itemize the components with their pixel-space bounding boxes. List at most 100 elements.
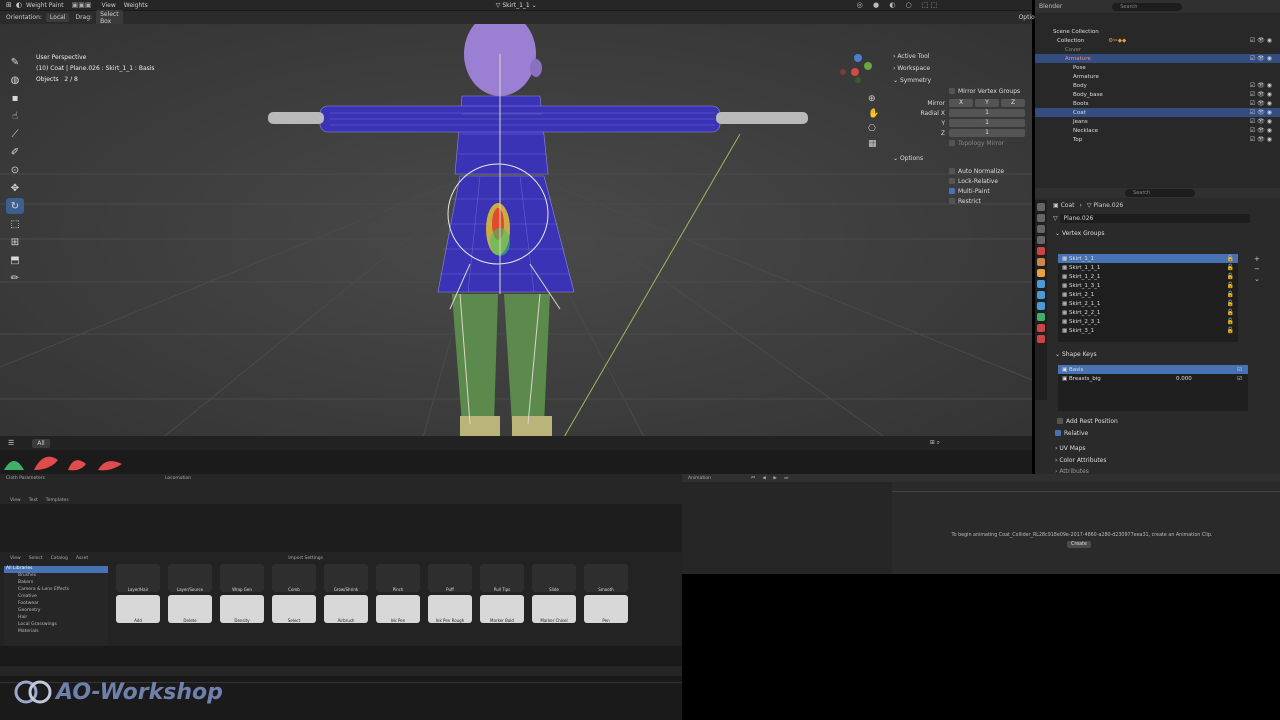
outliner-item-boots[interactable]: Boots ☑👁◉ (1035, 99, 1280, 108)
lock-icon[interactable]: 🔓 (1227, 300, 1234, 307)
cursor-tool-icon[interactable]: ⊙ (6, 162, 24, 178)
outliner-item-armature-data[interactable]: Armature (1035, 72, 1280, 81)
color-attributes-header[interactable]: › Color Attributes (1055, 455, 1107, 465)
mesh-name-field[interactable]: Plane.026 (1059, 213, 1250, 223)
asset-item[interactable]: Pull Tips (480, 564, 524, 592)
asset-item[interactable]: Layer/Source (168, 564, 212, 592)
vertex-group-item[interactable]: ▦ Skirt_1_1_1 🔓 (1058, 263, 1238, 272)
catalog-item[interactable]: Materials (4, 629, 108, 636)
asset-item[interactable]: Layer/Hair (116, 564, 160, 592)
lock-icon[interactable]: 🔓 (1227, 318, 1234, 325)
catalog-item[interactable]: Brushes (4, 573, 108, 580)
visibility-icons[interactable]: ☑👁◉ (1250, 118, 1274, 125)
import-settings-dropdown[interactable]: Import Settings (288, 556, 323, 561)
annotate-tool-icon[interactable]: ✏ (6, 270, 24, 286)
remove-vertex-group-button[interactable]: − (1254, 264, 1264, 274)
scene-tab-icon[interactable] (1037, 247, 1045, 255)
vertex-group-item[interactable]: ▦ Skirt_1_1 🔓 (1058, 254, 1238, 263)
catalog-item[interactable]: All Libraries (4, 566, 108, 573)
move-tool-icon[interactable]: ✥ (6, 180, 24, 196)
viewport-shading-icons[interactable]: ◎ ● ◐ ○ (857, 1, 916, 9)
select-mode-icons[interactable]: ▣▣▣ (72, 1, 92, 9)
visibility-icons[interactable]: ☑👁◉ (1250, 136, 1274, 143)
gradient-tool-icon[interactable]: ⟋ (6, 126, 24, 142)
object-tab-icon[interactable] (1037, 269, 1045, 277)
text-editor[interactable]: View Text Templates (0, 496, 682, 552)
asset-item[interactable]: Grow/Shrink (324, 564, 368, 592)
menu-text[interactable]: Text (29, 498, 38, 503)
outliner-item-collection[interactable]: Collection ⚙✂◆◆ ☑👁◉ (1035, 36, 1280, 45)
checkbox-icon[interactable]: ☑ (1237, 376, 1242, 382)
multi-paint-checkbox[interactable] (949, 188, 955, 194)
asset-item[interactable]: Select (272, 595, 316, 623)
physics-tab-icon[interactable] (1037, 302, 1045, 310)
brush-icon[interactable] (98, 461, 122, 471)
visibility-icons[interactable]: ☑👁◉ (1250, 91, 1274, 98)
outliner-item-body-base[interactable]: Body_base ☑👁◉ (1035, 90, 1280, 99)
mirror-z-toggle[interactable]: Z (1001, 99, 1025, 107)
radial-x-field[interactable]: 1 (949, 109, 1025, 117)
asset-item[interactable]: Marker Chisel (532, 595, 576, 623)
symmetry-panel[interactable]: Symmetry (900, 77, 931, 84)
radial-z-field[interactable]: 1 (949, 129, 1025, 137)
asset-item[interactable]: Ink Pen (376, 595, 420, 623)
outliner-item-body[interactable]: Body ☑👁◉ (1035, 81, 1280, 90)
average-tool-icon[interactable]: ▪ (6, 90, 24, 106)
select-box-icon[interactable]: ⬒ (6, 252, 24, 268)
menu-templates[interactable]: Templates (46, 498, 69, 503)
mirror-y-toggle[interactable]: Y (975, 99, 999, 107)
asset-item[interactable]: Pinch (376, 564, 420, 592)
visibility-icons[interactable]: ☑👁◉ (1250, 37, 1274, 44)
output-tab-icon[interactable] (1037, 225, 1045, 233)
visibility-icons[interactable]: ☑👁◉ (1250, 127, 1274, 134)
create-animation-clip-button[interactable]: Create (1067, 541, 1091, 548)
vertex-group-item[interactable]: ▦ Skirt_2_1_1 🔓 (1058, 299, 1238, 308)
active-vertex-group-selector[interactable]: ▽ Skirt_1_1 ⌄ (496, 2, 537, 9)
lock-icon[interactable]: 🔓 (1227, 264, 1234, 271)
editor-type-icon[interactable]: ⊞ (6, 1, 12, 9)
relative-row[interactable]: Relative (1055, 428, 1088, 438)
restrict-checkbox[interactable] (949, 198, 955, 204)
mode-selector[interactable]: Weight Paint (26, 2, 64, 9)
shape-key-item[interactable]: ▣ Breasts_big 0.000 ☑ (1058, 374, 1248, 383)
3d-viewport[interactable]: ⊕ ✋ ⎔ ▦ ✎ ◍ ▪ ☝ ⟋ ✐ ⊙ ✥ ↻ ⬚ ⊞ ⬒ ✏ User Pers… (0, 24, 1032, 448)
vertex-groups-header[interactable]: ⌄ Vertex Groups (1035, 228, 1280, 238)
catalog-item[interactable]: Geometry (4, 608, 108, 615)
options-panel[interactable]: Options (900, 155, 923, 162)
vertex-group-menu-button[interactable]: ⌄ (1254, 274, 1264, 284)
visibility-icons[interactable]: ☑👁◉ (1250, 82, 1274, 89)
outliner-item-armature[interactable]: Armature ☑👁◉ (1035, 54, 1280, 63)
asset-item[interactable]: Comb (272, 564, 316, 592)
lock-icon[interactable]: 🔓 (1227, 282, 1234, 289)
texture-tab-icon[interactable] (1037, 335, 1045, 343)
vertex-group-item[interactable]: ▦ Skirt_2_1 🔓 (1058, 290, 1238, 299)
mirror-vertex-groups-checkbox[interactable] (949, 88, 955, 94)
catalog-item[interactable]: Hair (4, 615, 108, 622)
shape-key-value[interactable]: 0.000 (1176, 376, 1192, 382)
vertex-group-item[interactable]: ▦ Skirt_1_3_1 🔓 (1058, 281, 1238, 290)
smear-tool-icon[interactable]: ☝ (6, 108, 24, 124)
lock-icon[interactable]: 🔓 (1227, 291, 1234, 298)
lock-icon[interactable]: 🔓 (1227, 327, 1234, 334)
active-tool-panel[interactable]: Active Tool (897, 53, 929, 60)
visibility-icons[interactable]: ☑👁◉ (1250, 109, 1274, 116)
menu-select[interactable]: Select (29, 556, 43, 561)
asset-item[interactable]: Wrap Gen (220, 564, 264, 592)
add-rest-position-checkbox[interactable] (1057, 418, 1063, 424)
character-left-leg[interactable] (452, 294, 498, 424)
view-layer-tab-icon[interactable] (1037, 236, 1045, 244)
asset-item[interactable]: Airbrush (324, 595, 368, 623)
asset-item[interactable]: Add (116, 595, 160, 623)
menu-view[interactable]: View (10, 556, 21, 561)
sample-weight-icon[interactable]: ✐ (6, 144, 24, 160)
asset-item[interactable]: Slide (532, 564, 576, 592)
vertex-group-item[interactable]: ▦ Skirt_2_2_1 🔓 (1058, 308, 1238, 317)
lock-icon[interactable]: 🔓 (1227, 255, 1234, 262)
brush-icon[interactable] (34, 456, 58, 470)
vertex-group-item[interactable]: ▦ Skirt_1_2_1 🔓 (1058, 272, 1238, 281)
radial-y-field[interactable]: 1 (949, 119, 1025, 127)
visibility-icons[interactable]: ☑👁◉ (1250, 100, 1274, 107)
outliner-item-top[interactable]: Top ☑👁◉ (1035, 135, 1280, 144)
render-tab-icon[interactable] (1037, 214, 1045, 222)
asset-item[interactable]: Density (220, 595, 264, 623)
